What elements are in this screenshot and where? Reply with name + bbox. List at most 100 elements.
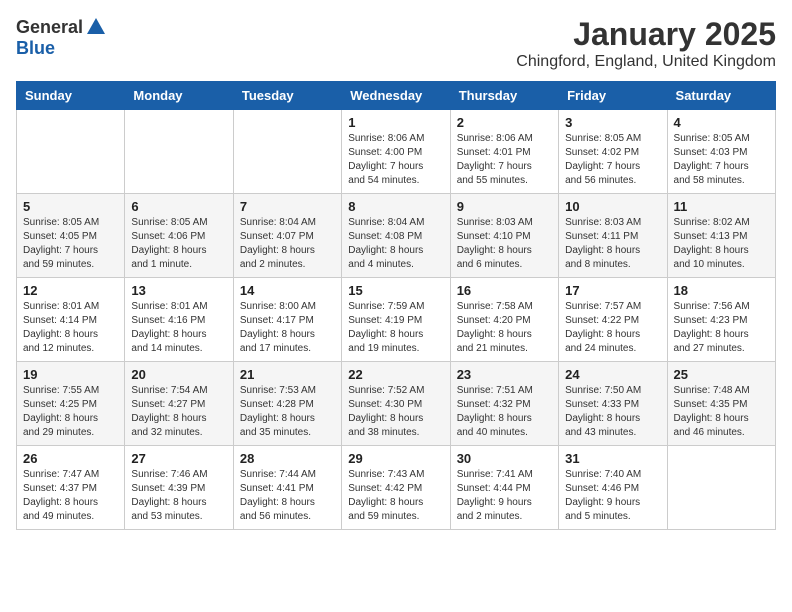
calendar-cell: 23Sunrise: 7:51 AM Sunset: 4:32 PM Dayli… [450,362,558,446]
weekday-header-thursday: Thursday [450,82,558,110]
calendar-cell: 1 Sunrise: 8:06 AM Sunset: 4:00 PM Daylig… [342,110,450,194]
day-number: 24 [565,367,660,382]
calendar-cell: 12 Sunrise: 8:01 AM Sunset: 4:14 PM Dayli… [17,278,125,362]
day-info: Sunrise: 7:48 AM Sunset: 4:35 PM Dayligh… [674,384,769,440]
calendar-week-row: 1 Sunrise: 8:06 AM Sunset: 4:00 PM Daylig… [17,110,776,194]
day-number: 13 [131,283,226,298]
day-number: 15 [348,283,443,298]
logo-general-text: General [16,17,83,38]
day-info: Sunrise: 8:04 AM Sunset: 4:08 PM Dayligh… [348,216,443,272]
logo-icon [85,16,107,38]
calendar-cell: 16 Sunrise: 7:58 AM Sunset: 4:20 PM Dayli… [450,278,558,362]
calendar-cell: 14 Sunrise: 8:00 AM Sunset: 4:17 PM Dayli… [233,278,341,362]
calendar-week-row: 5 Sunrise: 8:05 AM Sunset: 4:05 PM Daylig… [17,194,776,278]
calendar-cell: 13 Sunrise: 8:01 AM Sunset: 4:16 PM Dayli… [125,278,233,362]
calendar-cell [17,110,125,194]
title-block: January 2025 Chingford, England, United … [516,16,776,71]
weekday-header-monday: Monday [125,82,233,110]
day-number: 4 [674,115,769,130]
day-info: Sunrise: 7:57 AM Sunset: 4:22 PM Dayligh… [565,300,660,356]
logo: General Blue [16,16,107,59]
calendar-cell: 24 Sunrise: 7:50 AM Sunset: 4:33 PM Dayli… [559,362,667,446]
day-info: Sunrise: 7:46 AM Sunset: 4:39 PM Dayligh… [131,468,226,524]
day-info: Sunrise: 7:58 AM Sunset: 4:20 PM Dayligh… [457,300,552,356]
calendar-cell: 30 Sunrise: 7:41 AM Sunset: 4:44 PM Dayli… [450,446,558,530]
day-info: Sunrise: 8:05 AM Sunset: 4:02 PM Dayligh… [565,132,660,188]
day-number: 8 [348,199,443,214]
day-info: Sunrise: 7:55 AM Sunset: 4:25 PM Dayligh… [23,384,118,440]
day-number: 25 [674,367,769,382]
day-number: 14 [240,283,335,298]
day-info: Sunrise: 7:59 AM Sunset: 4:19 PM Dayligh… [348,300,443,356]
day-number: 26 [23,451,118,466]
day-info: Sunrise: 8:06 AM Sunset: 4:00 PM Dayligh… [348,132,443,188]
day-number: 30 [457,451,552,466]
calendar-cell: 17 Sunrise: 7:57 AM Sunset: 4:22 PM Dayli… [559,278,667,362]
calendar-cell: 26 Sunrise: 7:47 AM Sunset: 4:37 PM Dayli… [17,446,125,530]
day-number: 12 [23,283,118,298]
day-info: Sunrise: 8:06 AM Sunset: 4:01 PM Dayligh… [457,132,552,188]
day-number: 5 [23,199,118,214]
day-number: 20 [131,367,226,382]
day-number: 27 [131,451,226,466]
calendar-table: SundayMondayTuesdayWednesdayThursdayFrid… [16,81,776,530]
calendar-cell: 25 Sunrise: 7:48 AM Sunset: 4:35 PM Dayli… [667,362,775,446]
calendar-cell: 15 Sunrise: 7:59 AM Sunset: 4:19 PM Dayli… [342,278,450,362]
day-number: 11 [674,199,769,214]
weekday-header-row: SundayMondayTuesdayWednesdayThursdayFrid… [17,82,776,110]
day-info: Sunrise: 8:05 AM Sunset: 4:06 PM Dayligh… [131,216,226,272]
day-number: 7 [240,199,335,214]
calendar-cell: 31 Sunrise: 7:40 AM Sunset: 4:46 PM Dayli… [559,446,667,530]
calendar-week-row: 26 Sunrise: 7:47 AM Sunset: 4:37 PM Dayli… [17,446,776,530]
calendar-cell: 5 Sunrise: 8:05 AM Sunset: 4:05 PM Daylig… [17,194,125,278]
day-number: 22 [348,367,443,382]
day-number: 6 [131,199,226,214]
day-info: Sunrise: 8:01 AM Sunset: 4:16 PM Dayligh… [131,300,226,356]
day-info: Sunrise: 7:54 AM Sunset: 4:27 PM Dayligh… [131,384,226,440]
calendar-cell: 21Sunrise: 7:53 AM Sunset: 4:28 PM Dayli… [233,362,341,446]
day-number: 28 [240,451,335,466]
calendar-cell: 3 Sunrise: 8:05 AM Sunset: 4:02 PM Daylig… [559,110,667,194]
calendar-cell: 18Sunrise: 7:56 AM Sunset: 4:23 PM Dayli… [667,278,775,362]
calendar-cell: 9Sunrise: 8:03 AM Sunset: 4:10 PM Daylig… [450,194,558,278]
day-number: 29 [348,451,443,466]
location-title: Chingford, England, United Kingdom [516,53,776,71]
calendar-cell: 8 Sunrise: 8:04 AM Sunset: 4:08 PM Daylig… [342,194,450,278]
calendar-cell: 22 Sunrise: 7:52 AM Sunset: 4:30 PM Dayli… [342,362,450,446]
day-number: 31 [565,451,660,466]
day-number: 18 [674,283,769,298]
day-info: Sunrise: 7:41 AM Sunset: 4:44 PM Dayligh… [457,468,552,524]
day-info: Sunrise: 7:43 AM Sunset: 4:42 PM Dayligh… [348,468,443,524]
day-number: 16 [457,283,552,298]
day-info: Sunrise: 8:04 AM Sunset: 4:07 PM Dayligh… [240,216,335,272]
day-info: Sunrise: 8:01 AM Sunset: 4:14 PM Dayligh… [23,300,118,356]
weekday-header-friday: Friday [559,82,667,110]
day-info: Sunrise: 8:00 AM Sunset: 4:17 PM Dayligh… [240,300,335,356]
day-info: Sunrise: 7:40 AM Sunset: 4:46 PM Dayligh… [565,468,660,524]
page-header: General Blue January 2025 Chingford, Eng… [16,16,776,71]
weekday-header-saturday: Saturday [667,82,775,110]
day-info: Sunrise: 7:52 AM Sunset: 4:30 PM Dayligh… [348,384,443,440]
calendar-week-row: 12 Sunrise: 8:01 AM Sunset: 4:14 PM Dayli… [17,278,776,362]
calendar-week-row: 19 Sunrise: 7:55 AM Sunset: 4:25 PM Dayli… [17,362,776,446]
day-info: Sunrise: 7:50 AM Sunset: 4:33 PM Dayligh… [565,384,660,440]
calendar-cell: 2 Sunrise: 8:06 AM Sunset: 4:01 PM Daylig… [450,110,558,194]
calendar-cell: 10 Sunrise: 8:03 AM Sunset: 4:11 PM Dayli… [559,194,667,278]
day-number: 3 [565,115,660,130]
day-number: 19 [23,367,118,382]
day-number: 1 [348,115,443,130]
day-number: 2 [457,115,552,130]
weekday-header-sunday: Sunday [17,82,125,110]
day-info: Sunrise: 7:47 AM Sunset: 4:37 PM Dayligh… [23,468,118,524]
day-info: Sunrise: 8:02 AM Sunset: 4:13 PM Dayligh… [674,216,769,272]
calendar-cell [125,110,233,194]
day-info: Sunrise: 7:51 AM Sunset: 4:32 PM Dayligh… [457,384,552,440]
day-info: Sunrise: 8:03 AM Sunset: 4:11 PM Dayligh… [565,216,660,272]
month-title: January 2025 [516,16,776,53]
day-info: Sunrise: 8:05 AM Sunset: 4:05 PM Dayligh… [23,216,118,272]
calendar-cell [667,446,775,530]
day-number: 9 [457,199,552,214]
day-number: 17 [565,283,660,298]
day-number: 10 [565,199,660,214]
calendar-cell: 20 Sunrise: 7:54 AM Sunset: 4:27 PM Dayli… [125,362,233,446]
